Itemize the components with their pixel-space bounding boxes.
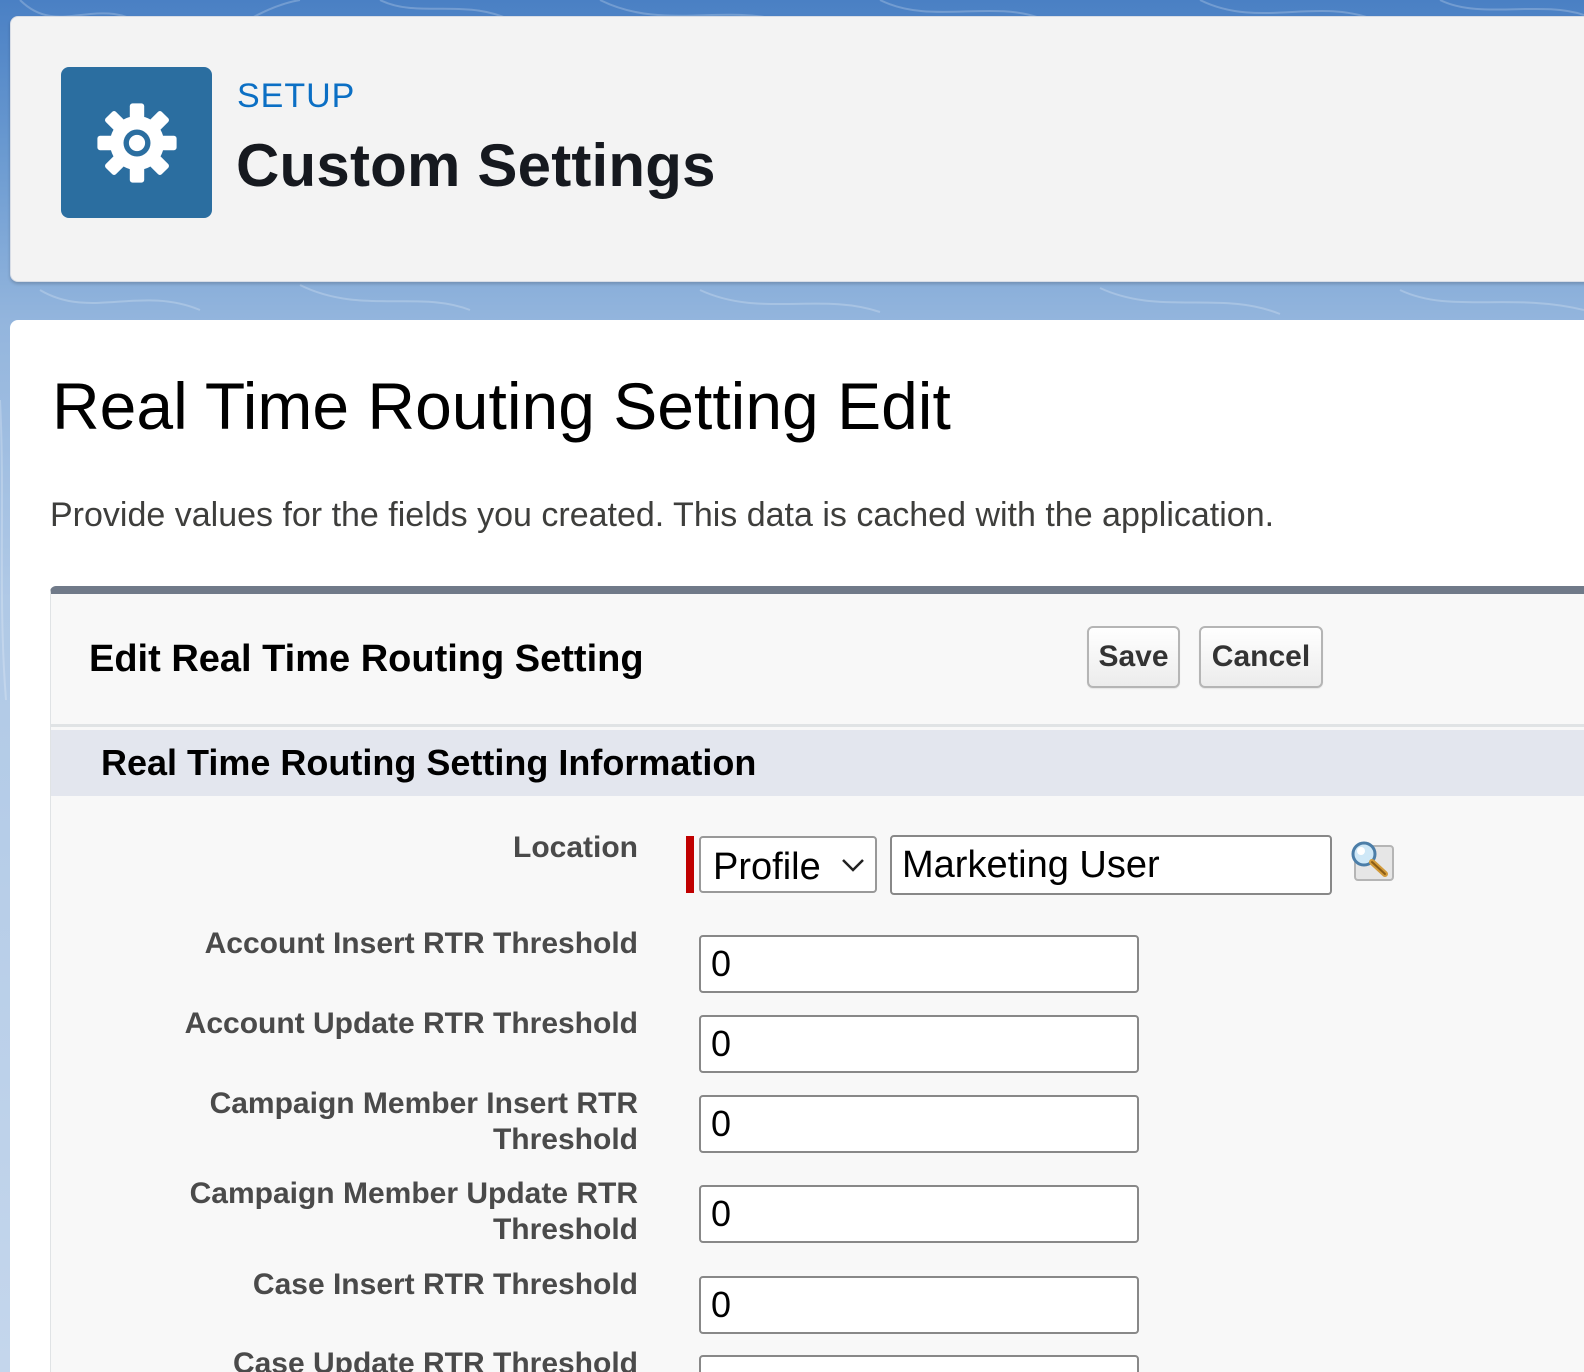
save-button[interactable]: Save	[1087, 626, 1180, 688]
form-header: Edit Real Time Routing Setting Save Canc…	[51, 594, 1584, 727]
page-description: Provide values for the fields you create…	[50, 496, 1275, 534]
location-type-value: Profile	[713, 846, 821, 888]
case-update-rtr-threshold-label: Case Update RTR Threshold	[232, 1347, 638, 1372]
account-update-rtr-threshold-label: Account Update RTR Threshold	[184, 1007, 638, 1040]
setup-header: SETUP Custom Settings	[10, 16, 1584, 282]
campaign-member-update-rtr-threshold-input[interactable]	[699, 1185, 1139, 1243]
section-title: Real Time Routing Setting Information	[101, 742, 757, 783]
location-label: Location	[513, 831, 638, 864]
lookup-magnifier-icon[interactable]	[1347, 838, 1397, 884]
main-content: Real Time Routing Setting Edit Provide v…	[10, 320, 1584, 1372]
required-indicator	[686, 836, 694, 893]
case-update-rtr-threshold-input[interactable]	[699, 1355, 1139, 1372]
campaign-member-insert-rtr-threshold-input[interactable]	[699, 1095, 1139, 1153]
edit-form-block: Edit Real Time Routing Setting Save Canc…	[50, 586, 1584, 1372]
page-title: Real Time Routing Setting Edit	[52, 369, 951, 443]
campaign-member-update-rtr-threshold-label: Campaign Member Update RTR Threshold	[118, 1176, 638, 1248]
breadcrumb-setup[interactable]: SETUP	[237, 77, 355, 116]
gear-icon	[61, 67, 212, 218]
label-line: Campaign Member Insert RTR	[209, 1087, 638, 1120]
label-line: Threshold	[492, 1213, 638, 1246]
section-header: Real Time Routing Setting Information	[51, 730, 1584, 796]
campaign-member-insert-rtr-threshold-label: Campaign Member Insert RTR Threshold	[118, 1086, 638, 1158]
case-insert-rtr-threshold-input[interactable]	[699, 1276, 1139, 1334]
chevron-down-icon	[842, 859, 864, 872]
label-line: Threshold	[492, 1123, 638, 1156]
page-header-title: Custom Settings	[236, 132, 716, 199]
account-insert-rtr-threshold-input[interactable]	[699, 935, 1139, 993]
label-line: Campaign Member Update RTR	[189, 1177, 638, 1210]
location-lookup-input[interactable]	[890, 835, 1332, 895]
account-update-rtr-threshold-input[interactable]	[699, 1015, 1139, 1073]
cancel-button[interactable]: Cancel	[1199, 626, 1323, 688]
form-title: Edit Real Time Routing Setting	[89, 638, 644, 680]
case-insert-rtr-threshold-label: Case Insert RTR Threshold	[252, 1268, 638, 1301]
location-type-select[interactable]: Profile	[699, 836, 877, 893]
account-insert-rtr-threshold-label: Account Insert RTR Threshold	[204, 927, 638, 960]
